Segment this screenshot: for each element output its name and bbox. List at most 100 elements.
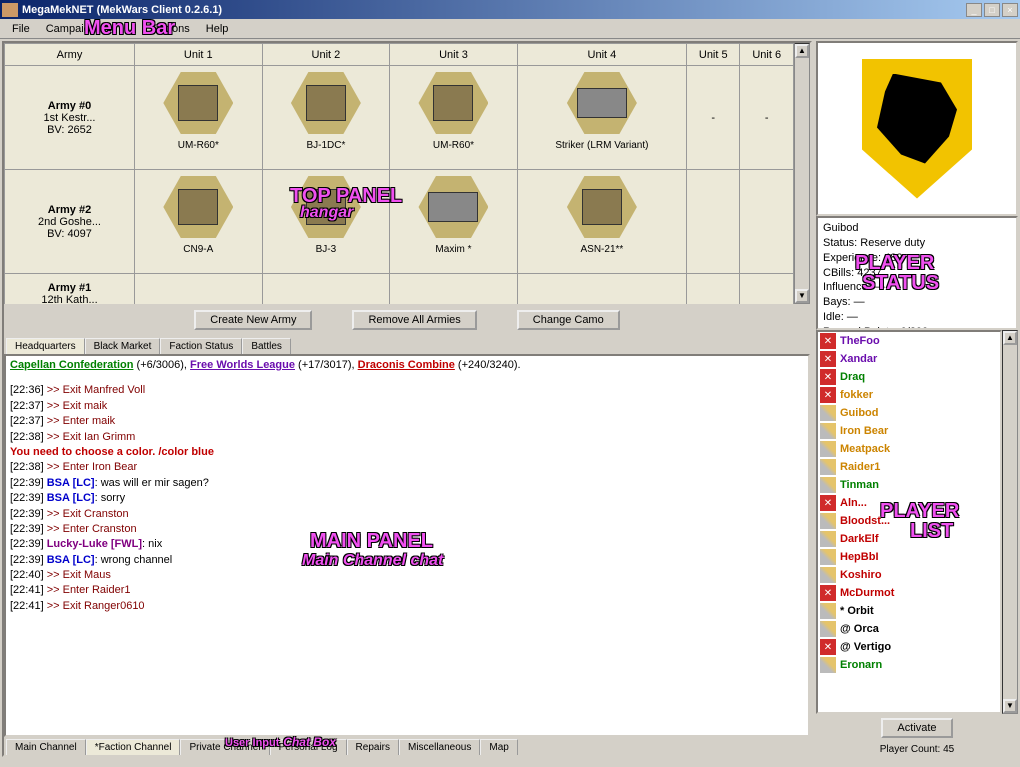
hangar-header[interactable]: Unit 6 [740,44,794,66]
menu-help[interactable]: Help [198,21,237,37]
player-row[interactable]: ✕@ Vertigo [818,638,1000,656]
unit-cell[interactable] [135,274,263,305]
chat-line: [22:39] >> Enter Cranston [10,522,804,537]
player-row[interactable]: Eronarn [818,656,1000,674]
unit-cell[interactable]: ASN-21** [517,170,686,274]
player-row[interactable]: @ Orca [818,620,1000,638]
unit-cell[interactable]: Maxim * [390,170,518,274]
unit-cell[interactable] [262,274,390,305]
change-camo-button[interactable]: Change Camo [517,310,620,330]
player-row[interactable]: ✕fokker [818,386,1000,404]
maximize-button[interactable]: □ [984,3,1000,17]
player-row[interactable]: ✕Xandar [818,350,1000,368]
tab-faction-status[interactable]: Faction Status [160,338,242,354]
tab-main-channel[interactable]: Main Channel [6,739,86,755]
unit-cell[interactable]: - [687,66,740,170]
menu-campaign[interactable]: Campaign [38,21,104,37]
tab-private-channel[interactable]: Private Channel [180,739,269,755]
sword-icon [820,603,836,619]
army-cell[interactable]: Army #112th Kath... [5,274,135,305]
crossed-swords-red-icon: ✕ [820,495,836,511]
hangar-header[interactable]: Unit 5 [687,44,740,66]
crest-icon [862,59,972,199]
hangar-scrollbar[interactable]: ▲ ▼ [794,43,810,304]
remove-armies-button[interactable]: Remove All Armies [352,310,476,330]
unit-cell[interactable] [687,274,740,305]
player-name: Tinman [840,479,879,491]
sword-icon [820,441,836,457]
unit-cell[interactable] [687,170,740,274]
faction-link[interactable]: Draconis Combine [358,359,455,371]
crossed-swords-red-icon: ✕ [820,351,836,367]
player-list-scrollbar[interactable]: ▲ ▼ [1002,330,1018,714]
scroll-up-icon[interactable]: ▲ [1003,331,1017,345]
player-row[interactable]: Raider1 [818,458,1000,476]
status-influence: Influence: — [823,280,1011,295]
scroll-up-icon[interactable]: ▲ [795,44,809,58]
player-name: Eronarn [840,659,882,671]
player-row[interactable]: Bloodst... [818,512,1000,530]
unit-cell[interactable]: - [740,66,794,170]
hangar-header[interactable]: Unit 1 [135,44,263,66]
app-icon [2,3,18,17]
hangar-header[interactable]: Unit 3 [390,44,518,66]
unit-cell[interactable]: CN9-A [135,170,263,274]
army-cell[interactable]: Army #01st Kestr...BV: 2652 [5,66,135,170]
tab--faction-channel[interactable]: *Faction Channel [86,739,181,755]
player-name: DarkElf [840,533,879,545]
player-row[interactable]: ✕Aln... [818,494,1000,512]
close-button[interactable]: × [1002,3,1018,17]
create-army-button[interactable]: Create New Army [194,310,312,330]
player-row[interactable]: HepBbI [818,548,1000,566]
unit-cell[interactable]: BJ-3 [262,170,390,274]
unit-cell[interactable] [390,274,518,305]
hangar-header[interactable]: Unit 2 [262,44,390,66]
player-row[interactable]: * Orbit [818,602,1000,620]
army-cell[interactable]: Army #22nd Goshe...BV: 4097 [5,170,135,274]
unit-cell[interactable]: BJ-1DC* [262,66,390,170]
sword-icon [820,513,836,529]
tab-black-market[interactable]: Black Market [85,338,161,354]
player-row[interactable]: ✕TheFoo [818,332,1000,350]
faction-link[interactable]: Free Worlds League [190,359,295,371]
player-name: Draq [840,371,865,383]
chat-line: [22:37] >> Exit maik [10,399,804,414]
chat-line: [22:39] Lucky-Luke [FWL]: nix [10,537,804,552]
faction-crest [816,41,1018,216]
unit-cell[interactable]: UM-R60* [390,66,518,170]
minimize-button[interactable]: _ [966,3,982,17]
tab-miscellaneous[interactable]: Miscellaneous [399,739,480,755]
tab-headquarters[interactable]: Headquarters [6,338,85,354]
player-name: fokker [840,389,873,401]
unit-cell[interactable]: UM-R60* [135,66,263,170]
unit-cell[interactable] [740,274,794,305]
scroll-down-icon[interactable]: ▼ [795,289,809,303]
menu-options[interactable]: Options [144,21,198,37]
player-row[interactable]: Iron Bear [818,422,1000,440]
activate-button[interactable]: Activate [881,718,952,738]
tab-repairs[interactable]: Repairs [347,739,399,755]
faction-link[interactable]: Capellan Confederation [10,359,133,371]
player-name: Raider1 [840,461,880,473]
tab-personal-log[interactable]: Personal Log [270,739,347,755]
unit-cell[interactable]: Striker (LRM Variant) [517,66,686,170]
unit-cell[interactable] [740,170,794,274]
player-row[interactable]: ✕Draq [818,368,1000,386]
player-row[interactable]: Tinman [818,476,1000,494]
player-row[interactable]: Guibod [818,404,1000,422]
tab-battles[interactable]: Battles [242,338,291,354]
player-list[interactable]: ✕TheFoo✕Xandar✕Draq✕fokkerGuibodIron Bea… [816,330,1002,714]
player-row[interactable]: ✕McDurmot [818,584,1000,602]
scroll-down-icon[interactable]: ▼ [1003,699,1017,713]
unit-cell[interactable] [517,274,686,305]
hangar-header[interactable]: Unit 4 [517,44,686,66]
chat-panel[interactable]: Capellan Confederation (+6/3006), Free W… [4,354,810,737]
player-row[interactable]: Koshiro [818,566,1000,584]
tab-map[interactable]: Map [480,739,517,755]
hangar-header[interactable]: Army [5,44,135,66]
menu-spacer [104,27,144,31]
player-row[interactable]: DarkElf [818,530,1000,548]
player-row[interactable]: Meatpack [818,440,1000,458]
menu-file[interactable]: File [4,21,38,37]
sword-icon [820,477,836,493]
